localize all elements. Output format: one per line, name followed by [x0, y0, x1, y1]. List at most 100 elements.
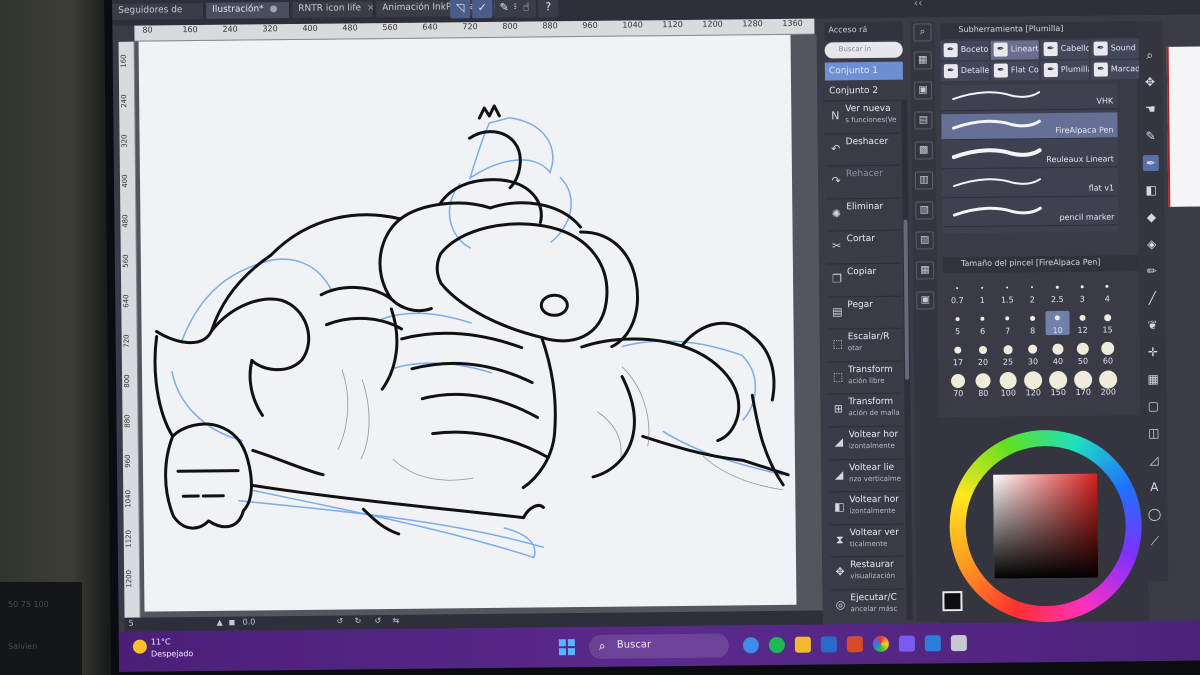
- subtool-tab[interactable]: ✒ Boceto: [940, 40, 989, 61]
- tab-ilustracion[interactable]: Ilustración* ●: [206, 2, 291, 19]
- panel-icon-6[interactable]: ▧: [915, 201, 934, 220]
- quick-access-item[interactable]: ↷ Rehacer: [825, 164, 901, 198]
- ruler-icon[interactable]: ⟋: [1147, 533, 1163, 549]
- brush-size-option[interactable]: 4: [1095, 279, 1119, 304]
- set-conjunto-2[interactable]: Conjunto 2: [825, 82, 903, 101]
- brush-size-option[interactable]: 15: [1095, 310, 1119, 335]
- brush-item[interactable]: FireAlpaca Pen: [941, 112, 1118, 141]
- brush-size-option[interactable]: 17: [946, 343, 970, 367]
- brush-size-option[interactable]: 170: [1071, 370, 1095, 397]
- brush-size-option[interactable]: 100: [996, 371, 1020, 398]
- panel-icon-4[interactable]: ▩: [914, 141, 933, 160]
- panel-icon-9[interactable]: ▣: [916, 291, 935, 310]
- brush-size-option[interactable]: 1: [970, 281, 994, 305]
- store-icon[interactable]: [820, 636, 837, 653]
- brush-size-option[interactable]: 120: [1021, 371, 1045, 397]
- windows-start-icon[interactable]: [558, 639, 575, 656]
- quick-access-item[interactable]: ⊞ Transform ación de malla: [828, 393, 903, 426]
- zoom-in-icon[interactable]: ▲: [217, 618, 223, 627]
- brush-size-option[interactable]: 5: [945, 312, 969, 336]
- pencil-icon[interactable]: ✏: [1144, 263, 1160, 279]
- eraser-icon[interactable]: ◧: [1143, 182, 1159, 198]
- scroll-thumb[interactable]: [903, 219, 910, 380]
- taskbar-search[interactable]: ⌕ Buscar: [588, 633, 730, 659]
- quick-access-item[interactable]: ✥ Restaurar visualización: [829, 556, 905, 589]
- brush-size-option[interactable]: 1.5: [995, 280, 1019, 305]
- quick-access-item[interactable]: ✺ Eliminar: [826, 197, 901, 231]
- quick-access-search[interactable]: Buscar in: [824, 41, 903, 59]
- brush-size-header[interactable]: Tamaño del pincel [FireAlpaca Pen]: [942, 255, 1142, 274]
- brush-size-option[interactable]: 50: [1071, 342, 1095, 366]
- hand-icon[interactable]: ☚: [1142, 101, 1158, 117]
- app-icon-2[interactable]: [924, 635, 941, 652]
- magnifier-icon[interactable]: ⌕: [1142, 47, 1158, 63]
- app-icon[interactable]: [846, 636, 863, 653]
- brush-size-option[interactable]: 2.5: [1045, 280, 1069, 304]
- line-icon[interactable]: ╱: [1144, 290, 1160, 306]
- quick-access-item[interactable]: ◢ Voltear hor izontalmente: [828, 425, 903, 459]
- quick-access-header[interactable]: Acceso rá: [824, 21, 903, 41]
- move-icon[interactable]: ✥: [1142, 74, 1158, 90]
- flip-view-icon[interactable]: ⇆: [393, 616, 400, 625]
- blur-icon[interactable]: ◈: [1144, 236, 1160, 252]
- quick-access-item[interactable]: ◎ Ejecutar/C ancelar másc: [830, 588, 905, 622]
- quick-access-item[interactable]: ❐ Copiar: [826, 262, 902, 296]
- brush-size-option[interactable]: 6: [970, 312, 994, 336]
- drawing-canvas[interactable]: [138, 34, 797, 612]
- quick-access-item[interactable]: ✂ Cortar: [826, 230, 901, 263]
- frame-icon[interactable]: ▦: [1145, 371, 1161, 387]
- panel-icon-1[interactable]: ▦: [913, 51, 932, 70]
- reset-rotation-icon[interactable]: ↺: [375, 616, 382, 625]
- quick-access-item[interactable]: ↶ Deshacer: [825, 132, 900, 166]
- cross-icon[interactable]: ✛: [1145, 344, 1161, 360]
- close-icon[interactable]: ●: [270, 4, 278, 14]
- set-conjunto-1[interactable]: Conjunto 1: [824, 61, 903, 81]
- gradient-icon[interactable]: ◿: [1146, 452, 1162, 468]
- tab-seguidores[interactable]: Seguidores de: [112, 2, 205, 20]
- panel-icon-5[interactable]: ▥: [914, 171, 934, 190]
- copilot-icon[interactable]: [742, 637, 759, 654]
- brush-size-option[interactable]: 25: [996, 342, 1020, 367]
- brush-size-option[interactable]: 7: [995, 311, 1019, 336]
- copilot-app-icon[interactable]: [898, 635, 915, 652]
- spotify-icon[interactable]: [768, 636, 785, 654]
- quick-access-item[interactable]: ⬚ Escalar/R otar: [827, 327, 902, 361]
- quick-access-item[interactable]: ⧗ Voltear ver ticalmente: [829, 523, 904, 557]
- quick-access-item[interactable]: ⬚ Transform ación libre: [827, 360, 903, 394]
- subtool-header[interactable]: Subherramienta [Plumilla]: [940, 21, 1139, 40]
- panel-icon-7[interactable]: ▨: [915, 231, 934, 250]
- brush-size-option[interactable]: 12: [1070, 311, 1094, 335]
- brush-size-option[interactable]: 70: [946, 373, 970, 398]
- brush-size-option[interactable]: 10: [1045, 310, 1070, 336]
- chrome-icon[interactable]: [872, 635, 889, 652]
- text-icon[interactable]: A: [1146, 479, 1162, 495]
- eyedropper-icon[interactable]: ✎: [1143, 128, 1159, 144]
- file-explorer-icon[interactable]: [794, 636, 811, 653]
- fill-icon[interactable]: ◆: [1143, 209, 1159, 225]
- zoom-level[interactable]: 5: [129, 619, 134, 628]
- hand-tool-icon[interactable]: ☝: [516, 0, 537, 18]
- brush-size-option[interactable]: 3: [1070, 280, 1094, 304]
- help-icon[interactable]: ?: [538, 0, 559, 18]
- brush-item[interactable]: VHK: [941, 83, 1118, 112]
- rotate-right-icon[interactable]: ↻: [355, 616, 362, 625]
- brush-size-option[interactable]: 8: [1020, 311, 1044, 335]
- brush-size-option[interactable]: 150: [1046, 370, 1070, 397]
- pen-icon[interactable]: ✒: [1142, 154, 1159, 172]
- rotation-value[interactable]: 0.0: [243, 617, 256, 626]
- panel-icon-2[interactable]: ▣: [914, 81, 933, 100]
- close-icon[interactable]: ×: [367, 3, 374, 13]
- canvas-area[interactable]: [134, 34, 823, 618]
- subtool-tab[interactable]: ✒ Marcador: [1090, 60, 1139, 80]
- brush-size-option[interactable]: 2: [1020, 280, 1044, 304]
- brush-size-option[interactable]: 40: [1046, 342, 1070, 366]
- brush-size-option[interactable]: 20: [971, 343, 995, 367]
- saturation-value-square[interactable]: [993, 473, 1099, 579]
- panel-icon-3[interactable]: ▤: [914, 111, 933, 130]
- lasso-tool-icon[interactable]: ✓: [472, 0, 493, 19]
- quick-access-item[interactable]: N Ver nueva s funciones(Ve: [825, 99, 900, 133]
- subtool-tab[interactable]: ✒ Plumilla: [1040, 60, 1089, 81]
- subtool-tab[interactable]: ✒ Cabello: [1040, 39, 1089, 60]
- brush-size-option[interactable]: 30: [1021, 342, 1045, 366]
- quick-access-item[interactable]: ◧ Voltear hor izontalmente: [829, 490, 904, 524]
